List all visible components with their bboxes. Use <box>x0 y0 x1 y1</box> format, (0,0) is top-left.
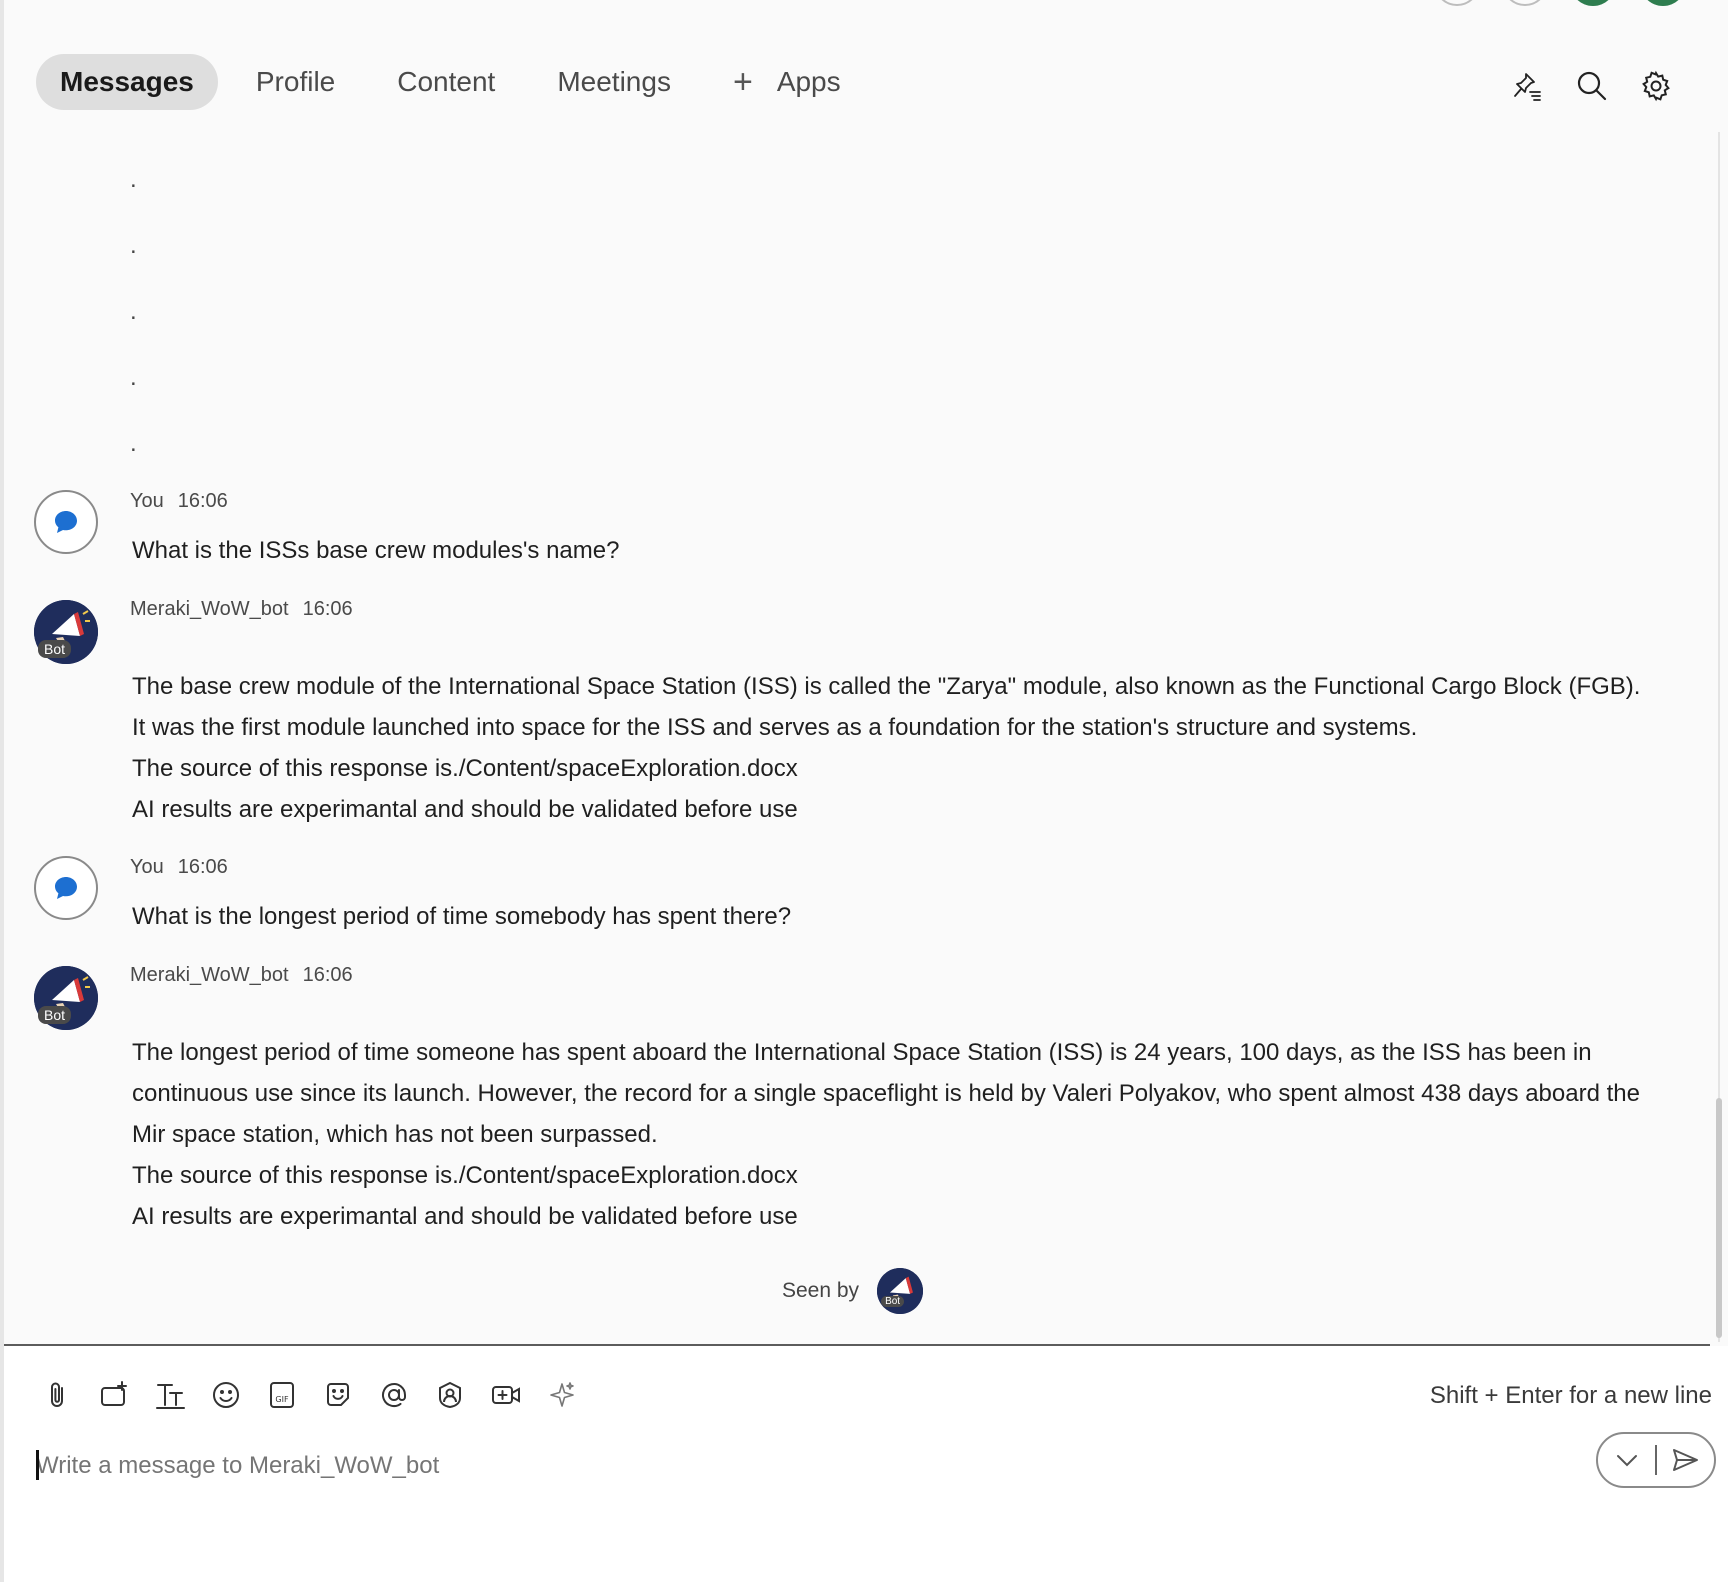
gif-icon[interactable]: GIF <box>264 1378 299 1412</box>
send-icon[interactable] <box>1657 1434 1714 1486</box>
message-text: The longest period of time someone has s… <box>132 1032 1652 1237</box>
sender-name: Meraki_WoW_bot <box>130 964 289 986</box>
message-dot: . <box>130 298 137 325</box>
message-text: What is the longest period of time someb… <box>132 903 792 930</box>
tab-label: Apps <box>776 66 841 97</box>
svg-text:GIF: GIF <box>275 1395 289 1404</box>
header-actions <box>1512 70 1672 102</box>
chat-bubble-icon <box>55 511 77 533</box>
participant-avatar[interactable] <box>1640 0 1686 6</box>
ai-sparkle-icon[interactable] <box>544 1378 579 1412</box>
timestamp: 16:06 <box>177 490 228 512</box>
mention-icon[interactable] <box>376 1378 411 1412</box>
newline-hint: Shift + Enter for a new line <box>1429 1382 1712 1409</box>
message-meta: Meraki_WoW_bot 16:06 <box>130 964 353 987</box>
tab-profile[interactable]: Profile <box>256 54 335 110</box>
message-disclaimer: AI results are experimantal and should b… <box>132 1203 798 1230</box>
plus-icon: + <box>732 62 753 101</box>
attach-icon[interactable] <box>40 1378 75 1412</box>
message-dot: . <box>130 364 137 391</box>
megaphone-icon <box>877 1268 924 1314</box>
text-caret <box>36 1450 39 1480</box>
message-paragraph: The longest period of time someone has s… <box>132 1039 1640 1148</box>
message-paragraph: The base crew module of the Internationa… <box>132 673 1641 741</box>
participant-avatar[interactable] <box>1502 0 1548 6</box>
tab-label: Profile <box>255 66 336 97</box>
seen-by: Seen by Bot <box>782 1268 924 1314</box>
message-input[interactable] <box>36 1448 1576 1484</box>
chat-bubble-icon <box>55 877 77 899</box>
send-group <box>1596 1432 1716 1488</box>
message-dot: . <box>130 430 137 457</box>
timestamp: 16:06 <box>302 964 353 986</box>
gear-icon[interactable] <box>1640 70 1672 102</box>
tab-label: Content <box>397 66 496 97</box>
avatar[interactable] <box>34 856 98 920</box>
bot-badge: Bot <box>38 1006 72 1024</box>
seen-by-avatar[interactable]: Bot <box>877 1268 924 1314</box>
participant-avatar[interactable] <box>1570 0 1616 6</box>
tab-apps[interactable]: + Apps <box>733 54 841 110</box>
message-meta: You 16:06 <box>130 490 228 513</box>
message-dot: . <box>130 166 137 193</box>
scrollbar-thumb[interactable] <box>1716 1098 1722 1338</box>
tab-content[interactable]: Content <box>397 54 495 110</box>
participant-avatar[interactable] <box>1434 0 1480 6</box>
message-meta: You 16:06 <box>130 856 228 879</box>
sticker-icon[interactable] <box>320 1378 355 1412</box>
timestamp: 16:06 <box>177 856 228 878</box>
timestamp: 16:06 <box>302 598 353 620</box>
message-text: What is the ISSs base crew modules's nam… <box>132 537 620 564</box>
contact-icon[interactable] <box>432 1378 467 1412</box>
search-icon[interactable] <box>1576 70 1608 102</box>
bot-badge: Bot <box>881 1296 905 1307</box>
text-format-icon[interactable] <box>152 1378 187 1412</box>
message-source: The source of this response is./Content/… <box>132 1162 798 1189</box>
message-dot: . <box>130 232 137 259</box>
composer-toolbar: GIF <box>40 1378 579 1412</box>
tab-meetings[interactable]: Meetings <box>557 54 671 110</box>
sender-name: You <box>130 490 164 512</box>
sender-name: You <box>130 856 164 878</box>
emoji-icon[interactable] <box>208 1378 243 1412</box>
bot-avatar[interactable]: Bot <box>34 966 98 1030</box>
tab-bar: Messages Profile Content Meetings + Apps <box>36 54 841 110</box>
avatar[interactable] <box>34 490 98 554</box>
message-source: The source of this response is./Content/… <box>132 755 798 782</box>
message-meta: Meraki_WoW_bot 16:06 <box>130 598 353 621</box>
chevron-down-icon[interactable] <box>1598 1434 1655 1486</box>
sender-name: Meraki_WoW_bot <box>130 598 289 620</box>
seen-by-label: Seen by <box>782 1279 860 1302</box>
bot-badge: Bot <box>38 640 72 658</box>
bot-avatar[interactable]: Bot <box>34 600 98 664</box>
pin-list-icon[interactable] <box>1512 70 1544 102</box>
tab-label: Meetings <box>557 66 671 97</box>
whiteboard-icon[interactable] <box>96 1378 131 1412</box>
tab-label: Messages <box>60 66 194 97</box>
message-disclaimer: AI results are experimantal and should b… <box>132 796 798 823</box>
add-video-icon[interactable] <box>488 1378 523 1412</box>
message-text: The base crew module of the Internationa… <box>132 666 1652 830</box>
tab-messages[interactable]: Messages <box>36 54 218 110</box>
